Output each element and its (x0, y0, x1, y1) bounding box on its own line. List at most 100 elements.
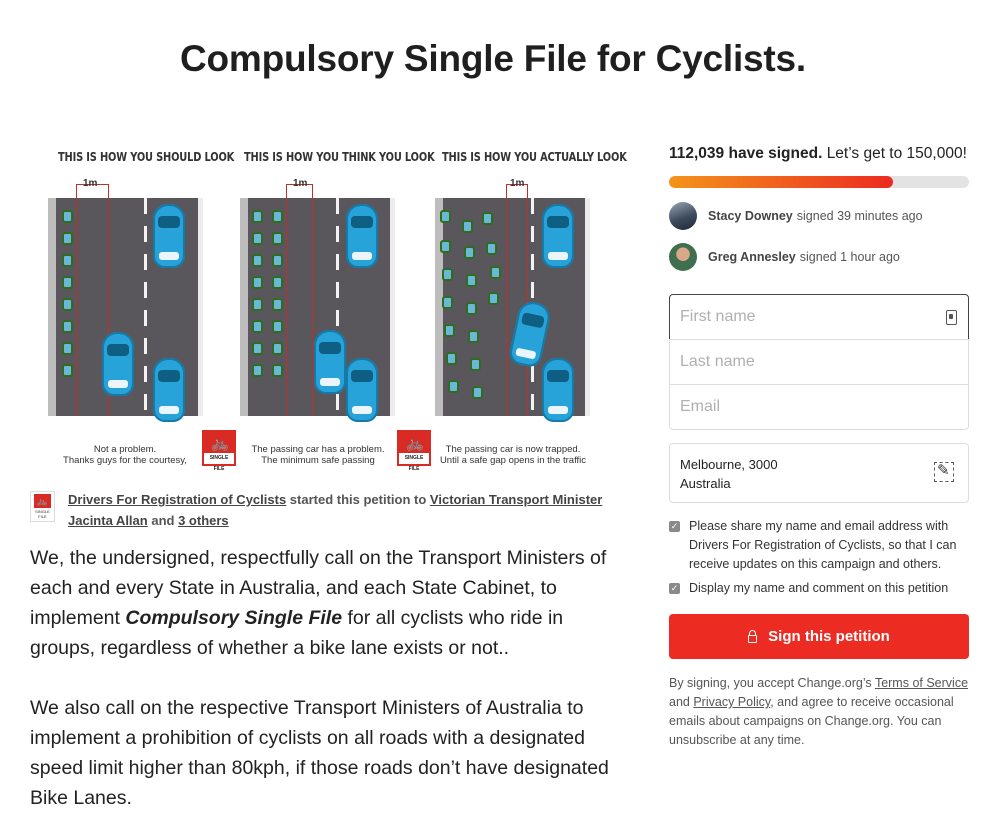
panel-caption: The passing car has a problem. The minim… (251, 444, 385, 466)
cyclist (440, 240, 451, 253)
signature-progress-bar (669, 176, 969, 188)
first-name-field (669, 294, 969, 340)
cyclist (252, 210, 263, 223)
distance-line (76, 184, 77, 416)
share-consent-label: Please share my name and email address w… (689, 519, 957, 571)
display-consent-row: ✓ Display my name and comment on this pe… (669, 579, 969, 598)
cyclist (488, 292, 499, 305)
cyclist (468, 330, 479, 343)
share-consent-checkbox[interactable]: ✓ (669, 521, 680, 532)
cyclist (464, 246, 475, 259)
edit-location-icon[interactable]: ✎ (934, 462, 954, 482)
distance-line (506, 184, 507, 416)
cyclist (252, 364, 263, 377)
cyclist (252, 320, 263, 333)
cyclist (252, 232, 263, 245)
organizer-link[interactable]: Drivers For Registration of Cyclists (68, 492, 286, 507)
email-input[interactable] (670, 385, 968, 429)
panel-heading: THIS IS HOW YOU ACTUALLY LOOK (442, 150, 627, 164)
single-file-badge: 🚲 SINGLE FILE (202, 430, 236, 472)
car (153, 358, 185, 422)
cyclist (448, 380, 459, 393)
display-consent-label: Display my name and comment on this peti… (689, 581, 949, 595)
cyclist (462, 220, 473, 233)
bicycle-icon: 🚲 (405, 435, 425, 452)
cyclist (252, 342, 263, 355)
avatar (669, 202, 697, 230)
meter-label: 1m (510, 178, 525, 189)
car (346, 204, 378, 268)
last-name-field (669, 339, 969, 385)
cyclist (62, 364, 73, 377)
cyclist (272, 342, 283, 355)
sign-form (669, 294, 969, 430)
cyclist (470, 358, 481, 371)
contact-card-icon[interactable] (946, 310, 957, 325)
petition-starter: Drivers For Registration of Cyclists sta… (68, 492, 603, 528)
car (542, 204, 574, 268)
cyclist (472, 386, 483, 399)
location-country: Australia (680, 476, 731, 491)
recent-signer: Greg Annesley signed 1 hour ago (669, 243, 900, 271)
lane-divider (144, 198, 147, 416)
cyclist (272, 254, 283, 267)
recent-signer: Stacy Downey signed 39 minutes ago (669, 202, 923, 230)
distance-line (312, 184, 313, 416)
cyclist (442, 296, 453, 309)
single-file-badge: 🚲 SINGLE FILE (397, 430, 431, 472)
meter-label: 1m (293, 178, 308, 189)
cyclist (272, 232, 283, 245)
privacy-link[interactable]: Privacy Policy (693, 695, 770, 709)
others-link[interactable]: 3 others (178, 513, 229, 528)
location-city: Melbourne, 3000 (680, 457, 778, 472)
bicycle-icon: 🚲 (34, 494, 51, 508)
cyclist (272, 276, 283, 289)
cyclist (482, 212, 493, 225)
petition-title: Compulsory Single File for Cyclists. (179, 38, 807, 79)
car (542, 358, 574, 422)
cyclist (272, 364, 283, 377)
share-consent-row: ✓ Please share my name and email address… (669, 517, 969, 574)
panel-heading: THIS IS HOW YOU THINK YOU LOOK (244, 150, 435, 164)
cyclist (62, 232, 73, 245)
distance-line (286, 184, 287, 416)
distance-line (527, 184, 528, 416)
car (153, 204, 185, 268)
cyclist (252, 254, 263, 267)
terms-link[interactable]: Terms of Service (875, 676, 968, 690)
sign-petition-button[interactable]: Sign this petition (669, 614, 969, 659)
first-name-input[interactable] (670, 295, 968, 339)
meter-label: 1m (83, 178, 98, 189)
display-consent-checkbox[interactable]: ✓ (669, 583, 680, 594)
petition-description: We, the undersigned, respectfully call o… (30, 543, 615, 825)
description-paragraph: We, the undersigned, respectfully call o… (30, 547, 607, 659)
cyclist (466, 274, 477, 287)
cyclist (62, 320, 73, 333)
cyclist (272, 320, 283, 333)
cyclist (62, 276, 73, 289)
cyclist (252, 298, 263, 311)
cyclist (252, 276, 263, 289)
cyclist (446, 352, 457, 365)
cyclist (440, 210, 451, 223)
cyclist (444, 324, 455, 337)
panel-caption: The passing car is now trapped. Until a … (439, 444, 587, 466)
bicycle-icon: 🚲 (210, 435, 230, 452)
organizer-avatar: 🚲 SINGLE FILE (30, 491, 55, 522)
email-field (669, 384, 969, 430)
cyclist (62, 210, 73, 223)
car (102, 332, 134, 396)
location-box[interactable]: Melbourne, 3000 Australia ✎ (669, 443, 969, 503)
cyclist (486, 242, 497, 255)
progress-fill (669, 176, 894, 188)
avatar (669, 243, 697, 271)
car (314, 330, 346, 394)
description-paragraph: We also call on the respective Transport… (30, 697, 609, 809)
last-name-input[interactable] (670, 340, 968, 384)
signature-count: 112,039 have signed. Let’s get to 150,00… (669, 145, 967, 162)
cyclist (272, 298, 283, 311)
panel-caption: Not a problem. Thanks guys for the court… (63, 444, 187, 466)
cyclist (442, 268, 453, 281)
cyclist (272, 210, 283, 223)
cyclist (490, 266, 501, 279)
